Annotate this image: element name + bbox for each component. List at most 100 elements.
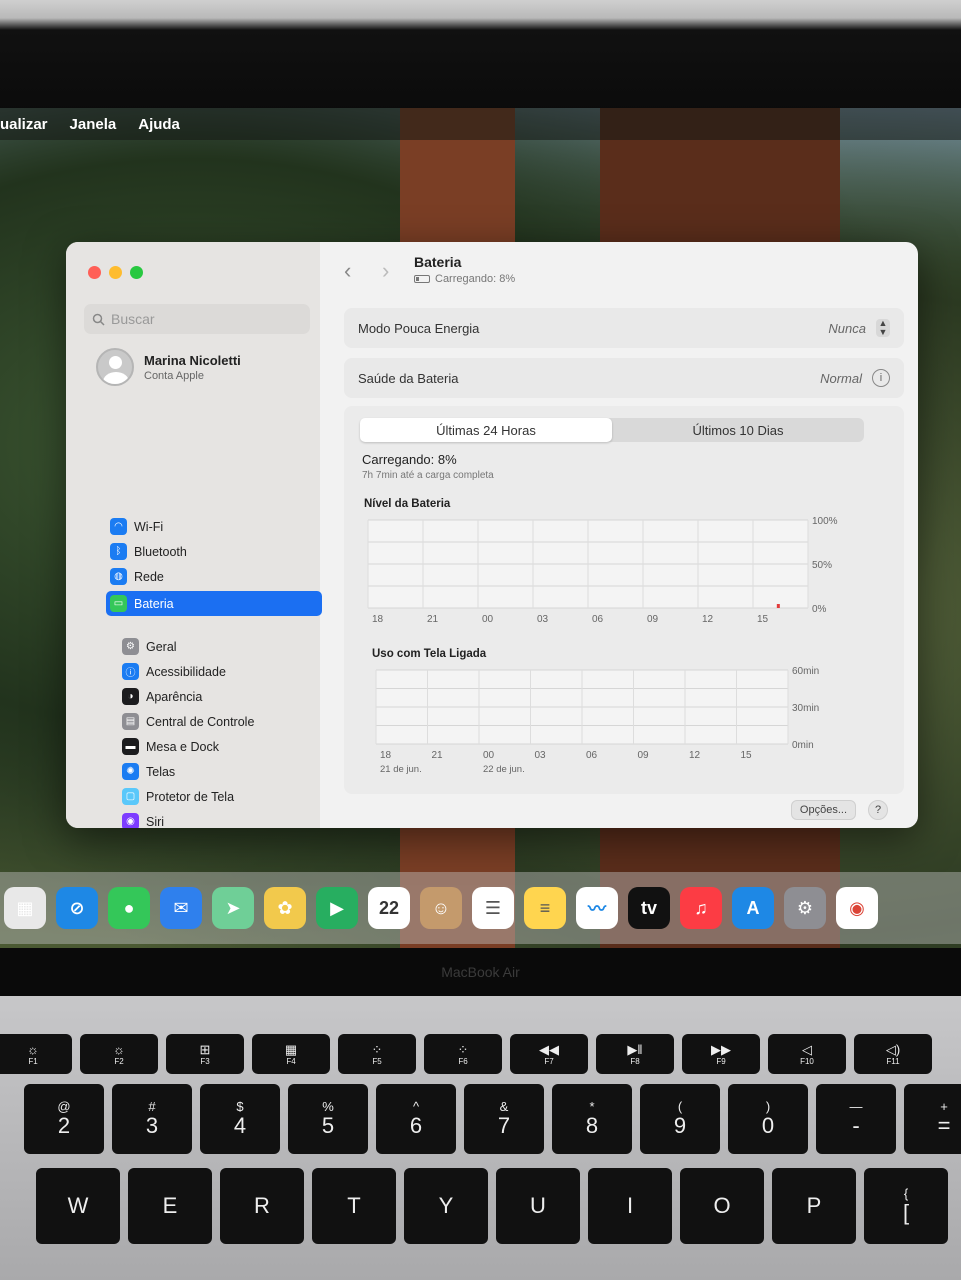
sidebar-item-aparência[interactable]: ◑ Aparência [118, 684, 332, 709]
key-nrow-3[interactable]: % 5 [288, 1084, 368, 1154]
battery-icon [414, 275, 430, 283]
menu-item-window[interactable]: Janela [70, 116, 117, 133]
key-nrow-8[interactable]: ) 0 [728, 1084, 808, 1154]
calendar-icon[interactable]: 22 [368, 887, 410, 929]
key-frow-0[interactable]: ☼ F1 [0, 1034, 72, 1074]
key-bottom-label: F5 [372, 1056, 382, 1066]
tab-10-days[interactable]: Últimos 10 Dias [612, 418, 864, 442]
key-lrow-7[interactable]: O [680, 1168, 764, 1244]
messages-icon[interactable]: ● [108, 887, 150, 929]
safari-icon[interactable]: ⊘ [56, 887, 98, 929]
key-bottom-label: 4 [233, 1113, 247, 1138]
minimize-button[interactable] [109, 266, 122, 279]
help-button[interactable]: ? [868, 800, 888, 820]
x-tick-label: 03 [535, 750, 547, 761]
key-nrow-2[interactable]: $4 [200, 1084, 280, 1154]
key-lrow-5[interactable]: U [496, 1168, 580, 1244]
y-tick-label: 100% [812, 516, 838, 527]
freeform-icon[interactable]: 〰 [576, 887, 618, 929]
key-nrow-4[interactable]: ^ 6 [376, 1084, 456, 1154]
sidebar-group-system: ⚙ Geral ⓘ Acessibilidade ◑ Aparência ▤ Central … [118, 634, 332, 828]
key-bottom-label: I [626, 1193, 634, 1218]
apple-account[interactable]: Marina Nicoletti Conta Apple [96, 348, 241, 386]
key-lrow-8[interactable]: P [772, 1168, 856, 1244]
key-lrow-3[interactable]: T [312, 1168, 396, 1244]
options-button[interactable]: Opções... [790, 800, 856, 820]
key-top-label: ⁘ [371, 1041, 383, 1057]
x-tick-label: 09 [647, 614, 659, 625]
low-power-select[interactable]: Nunca ▲ ▼ [828, 319, 890, 337]
sidebar-item-geral[interactable]: ⚙ Geral [118, 634, 332, 659]
sidebar: Buscar Marina Nicoletti Conta Apple ◠ Wi-… [66, 242, 322, 828]
sidebar-item-siri[interactable]: ◉ Siri [118, 809, 332, 828]
key-bottom-label: 7 [497, 1113, 511, 1138]
key-lrow-0[interactable]: W [36, 1168, 120, 1244]
sidebar-item-rede[interactable]: ◍ Rede [106, 564, 322, 589]
key-nrow-1[interactable]: #3 [112, 1084, 192, 1154]
contacts-icon[interactable]: ☺ [420, 887, 462, 929]
notes-icon[interactable]: ≡ [524, 887, 566, 929]
sidebar-item-label: Central de Controle [146, 714, 255, 729]
globe-icon: ◍ [110, 568, 127, 585]
sidebar-item-bateria[interactable]: ▭ Bateria [106, 591, 322, 616]
key-bottom-label: F11 [886, 1056, 900, 1066]
apple-tv-icon[interactable]: tv [628, 887, 670, 929]
key-frow-7[interactable]: ▶‖ F8 [596, 1034, 674, 1074]
charge-status: Carregando: 8% [362, 452, 457, 467]
sidebar-item-central-de-controle[interactable]: ▤ Central de Controle [118, 709, 332, 734]
mail-icon[interactable]: ✉ [160, 887, 202, 929]
facetime-icon[interactable]: ▶ [316, 887, 358, 929]
key-nrow-5[interactable]: & 7 [464, 1084, 544, 1154]
close-button[interactable] [88, 266, 101, 279]
key-lrow-4[interactable]: Y [404, 1168, 488, 1244]
sidebar-item-protetor-de-tela[interactable]: ▢ Protetor de Tela [118, 784, 332, 809]
key-nrow-9[interactable]: — - [816, 1084, 896, 1154]
search-input[interactable]: Buscar [84, 304, 310, 334]
accessibility-icon: ⓘ [122, 663, 139, 680]
sidebar-item-mesa-e-dock[interactable]: ▬ Mesa e Dock [118, 734, 332, 759]
date-label: 21 de jun. [380, 764, 422, 775]
tab-24-hours[interactable]: Últimas 24 Horas [360, 418, 612, 442]
sidebar-item-acessibilidade[interactable]: ⓘ Acessibilidade [118, 659, 332, 684]
maps-icon[interactable]: ➤ [212, 887, 254, 929]
menu-item-help[interactable]: Ajuda [138, 116, 180, 133]
system-settings-icon[interactable]: ⚙ [784, 887, 826, 929]
dock-icon: ▬ [122, 738, 139, 755]
key-lrow-6[interactable]: I [588, 1168, 672, 1244]
key-top-label: ^ [412, 1099, 420, 1114]
menu-item-view[interactable]: ualizar [0, 116, 48, 133]
key-nrow-10[interactable]: + = [904, 1084, 961, 1154]
launchpad-icon[interactable]: ▦ [4, 887, 46, 929]
key-frow-8[interactable]: ▶▶ F9 [682, 1034, 760, 1074]
key-nrow-7[interactable]: (9 [640, 1084, 720, 1154]
key-frow-5[interactable]: ⁘ F6 [424, 1034, 502, 1074]
key-frow-1[interactable]: ☼ F2 [80, 1034, 158, 1074]
sidebar-item-bluetooth[interactable]: ᛒ Bluetooth [106, 539, 322, 564]
key-lrow-9[interactable]: {[ [864, 1168, 948, 1244]
key-frow-2[interactable]: ⊞ F3 [166, 1034, 244, 1074]
app-store-icon[interactable]: A [732, 887, 774, 929]
key-bottom-label: E [162, 1193, 178, 1218]
key-nrow-0[interactable]: @2 [24, 1084, 104, 1154]
back-icon[interactable]: ‹ [344, 258, 351, 284]
reminders-icon[interactable]: ☰ [472, 887, 514, 929]
sidebar-item-telas[interactable]: ✺ Telas [118, 759, 332, 784]
forward-icon[interactable]: › [382, 258, 389, 284]
window-controls [88, 266, 143, 279]
key-frow-9[interactable]: ◁ F10 [768, 1034, 846, 1074]
sidebar-item-wi-fi[interactable]: ◠ Wi-Fi [106, 514, 322, 539]
zoom-button[interactable] [130, 266, 143, 279]
sidebar-group-network: ◠ Wi-Fi ᛒ Bluetooth ◍ Rede ▭ Bateria [106, 514, 322, 616]
music-icon[interactable]: ♫ [680, 887, 722, 929]
key-lrow-1[interactable]: E [128, 1168, 212, 1244]
photos-icon[interactable]: ✿ [264, 887, 306, 929]
battery-icon: ▭ [110, 595, 127, 612]
chrome-icon[interactable]: ◉ [836, 887, 878, 929]
key-frow-3[interactable]: ▦ F4 [252, 1034, 330, 1074]
key-frow-4[interactable]: ⁘ F5 [338, 1034, 416, 1074]
info-icon[interactable]: i [872, 369, 890, 387]
key-nrow-6[interactable]: * 8 [552, 1084, 632, 1154]
key-frow-10[interactable]: ◁) F11 [854, 1034, 932, 1074]
key-frow-6[interactable]: ◀◀ F7 [510, 1034, 588, 1074]
key-lrow-2[interactable]: R [220, 1168, 304, 1244]
